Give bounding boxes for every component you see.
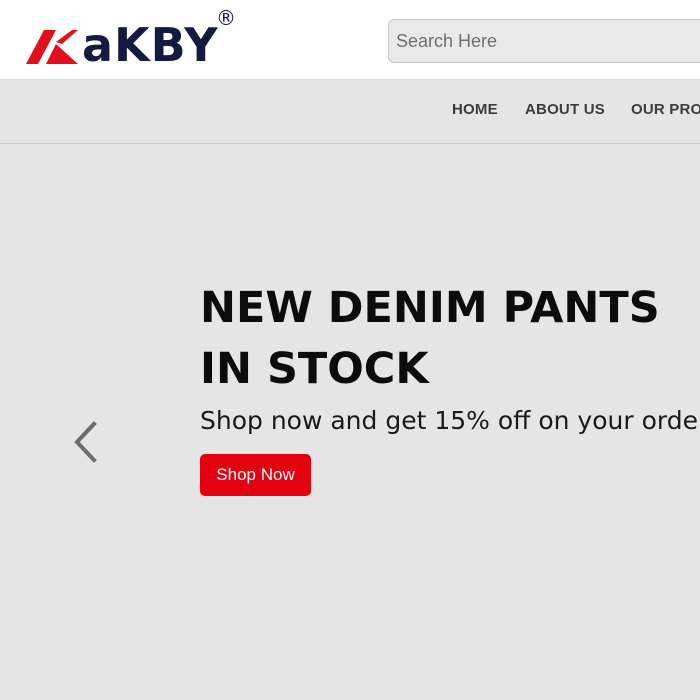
hero-title-line2: IN STOCK (200, 344, 429, 394)
nav-item-our-products[interactable]: OUR PRO (631, 101, 700, 118)
brand-logo-text: aKBY (82, 18, 219, 72)
main-nav: HOME ABOUT US OUR PRO (0, 80, 700, 144)
chevron-left-icon[interactable] (70, 420, 100, 464)
brand-mark-icon (26, 30, 78, 64)
nav-item-about-us[interactable]: ABOUT US (525, 101, 605, 118)
shop-now-button[interactable]: Shop Now (200, 454, 311, 496)
search-input[interactable] (388, 19, 700, 63)
hero-subtitle: Shop now and get 15% off on your order (200, 406, 700, 435)
site-header: aKBY ® (0, 0, 700, 80)
brand-logo[interactable]: aKBY ® (26, 6, 241, 72)
hero-title-line1: NEW DENIM PANTS (200, 283, 660, 333)
registered-mark: ® (216, 6, 236, 30)
hero-title: NEW DENIM PANTS IN STOCK (200, 278, 660, 400)
nav-item-home[interactable]: HOME (452, 101, 498, 118)
